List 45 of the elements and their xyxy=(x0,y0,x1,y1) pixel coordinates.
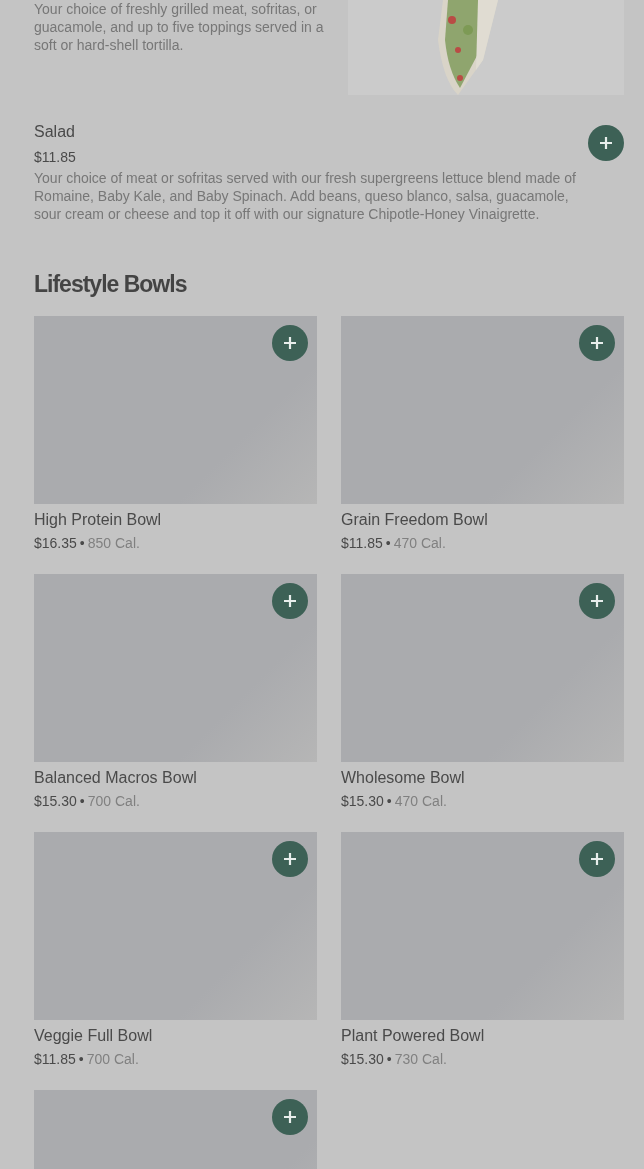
item-name: Wholesome Bowl xyxy=(341,769,465,787)
item-price: $16.35 xyxy=(34,535,77,551)
item-name: Balanced Macros Bowl xyxy=(34,769,197,787)
add-button[interactable] xyxy=(579,325,615,361)
item-price: $11.85 xyxy=(34,1051,76,1067)
add-button[interactable] xyxy=(579,583,615,619)
separator-dot: • xyxy=(78,1051,84,1067)
plus-icon xyxy=(283,852,297,866)
plus-icon xyxy=(283,1110,297,1124)
add-button[interactable] xyxy=(579,841,615,877)
add-button[interactable] xyxy=(272,841,308,877)
item-name: Plant Powered Bowl xyxy=(341,1027,485,1045)
item-name: Grain Freedom Bowl xyxy=(341,511,488,529)
item-price: $11.85 xyxy=(34,149,77,165)
add-button[interactable] xyxy=(588,125,624,161)
calories: 700 Cal. xyxy=(87,793,140,809)
plus-icon xyxy=(283,594,297,608)
separator-dot: • xyxy=(386,793,392,809)
item-name: Salad xyxy=(34,123,76,141)
item-price: $15.30 xyxy=(34,793,77,809)
calories: 470 Cal. xyxy=(393,535,446,551)
separator-dot: • xyxy=(79,793,85,809)
section-title: Lifestyle Bowls xyxy=(34,271,188,298)
separator-dot: • xyxy=(385,535,391,551)
add-button[interactable] xyxy=(272,325,308,361)
separator-dot: • xyxy=(79,535,85,551)
plus-icon xyxy=(599,136,613,150)
add-button[interactable] xyxy=(272,583,308,619)
item-price: $15.30 xyxy=(341,1051,384,1067)
calories: 850 Cal. xyxy=(87,535,140,551)
item-price: $15.30 xyxy=(341,793,384,809)
calories: 700 Cal. xyxy=(86,1051,139,1067)
item-name: Veggie Full Bowl xyxy=(34,1027,153,1045)
item-description: Your choice of meat or sofritas served with our fresh supergreens lettuce blend made of Romaine, Baby Kale, and Baby Spinach. Add beans, queso blanco, salsa, guacamole, sour cream or cheese and top it off with our signature Chipotle-Honey Vinaigrette. xyxy=(34,169,577,223)
add-button[interactable] xyxy=(272,1099,308,1135)
plus-icon xyxy=(283,336,297,350)
plus-icon xyxy=(590,336,604,350)
item-description: Your choice of freshly grilled meat, sofritas, or guacamole, and up to five toppings served in a soft or hard-shell tortilla. xyxy=(34,0,325,55)
separator-dot: • xyxy=(386,1051,392,1067)
item-price: $11.85 xyxy=(341,535,383,551)
calories: 470 Cal. xyxy=(394,793,447,809)
item-name: High Protein Bowl xyxy=(34,511,162,529)
plus-icon xyxy=(590,594,604,608)
calories: 730 Cal. xyxy=(394,1051,447,1067)
plus-icon xyxy=(590,852,604,866)
